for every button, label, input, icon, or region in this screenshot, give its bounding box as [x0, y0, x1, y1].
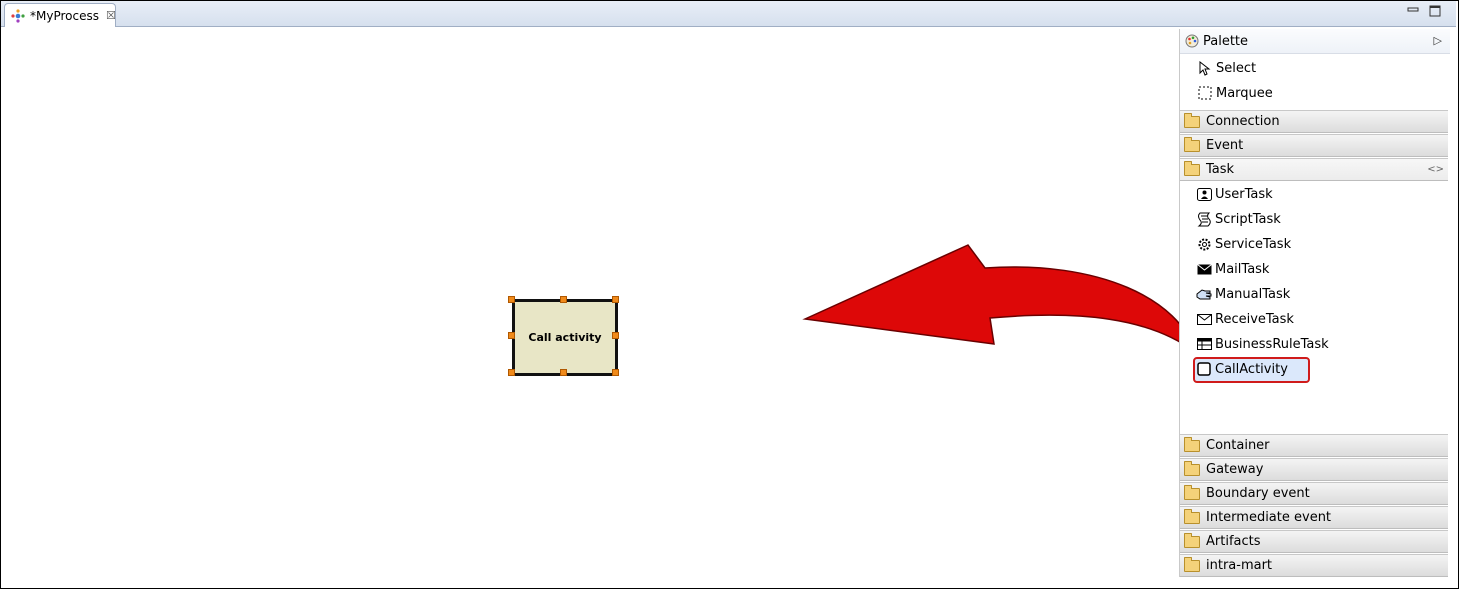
- user-task-icon: [1196, 186, 1212, 202]
- select-tool[interactable]: Select: [1197, 57, 1256, 79]
- drawer-task[interactable]: Task <>: [1180, 158, 1448, 181]
- palette-item-businessruletask[interactable]: BusinessRuleTask: [1196, 333, 1329, 355]
- tool-label: Marquee: [1216, 85, 1273, 101]
- drawer-label: Artifacts: [1206, 534, 1261, 549]
- folder-icon: [1184, 508, 1200, 524]
- folder-open-icon: [1184, 160, 1200, 176]
- palette-item-mailtask[interactable]: MailTask: [1196, 258, 1269, 280]
- folder-icon: [1184, 484, 1200, 500]
- task-label: ManualTask: [1215, 286, 1291, 302]
- drawer-container[interactable]: Container: [1180, 434, 1448, 457]
- folder-icon: [1184, 136, 1200, 152]
- drawer-artifacts[interactable]: Artifacts: [1180, 530, 1448, 553]
- task-label: CallActivity: [1215, 361, 1288, 377]
- task-label: ReceiveTask: [1215, 311, 1294, 327]
- task-label: ServiceTask: [1215, 236, 1292, 252]
- manual-task-icon: [1196, 286, 1212, 302]
- drawer-event[interactable]: Event: [1180, 134, 1448, 157]
- drawer-label: Event: [1206, 138, 1244, 153]
- folder-icon: [1184, 532, 1200, 548]
- palette-item-usertask[interactable]: UserTask: [1196, 183, 1273, 205]
- collapse-palette-icon[interactable]: ▷: [1434, 34, 1442, 47]
- palette-header[interactable]: Palette ▷: [1180, 29, 1450, 54]
- folder-icon: [1184, 436, 1200, 452]
- palette-icon: [1185, 34, 1199, 48]
- mail-task-icon: [1196, 261, 1212, 277]
- script-task-icon: [1196, 211, 1212, 227]
- service-task-icon: [1196, 236, 1212, 252]
- drawer-intra-mart[interactable]: intra-mart: [1180, 554, 1448, 577]
- business-rule-task-icon: [1196, 336, 1212, 352]
- task-label: ScriptTask: [1215, 211, 1281, 227]
- drawer-gateway[interactable]: Gateway: [1180, 458, 1448, 481]
- tool-label: Select: [1216, 60, 1257, 76]
- folder-icon: [1184, 460, 1200, 476]
- drawer-label: intra-mart: [1206, 558, 1273, 573]
- palette-item-callactivity[interactable]: CallActivity: [1196, 358, 1288, 380]
- drawer-label: Container: [1206, 438, 1270, 453]
- palette-title: Palette: [1203, 33, 1249, 49]
- drawer-label: Connection: [1206, 114, 1280, 129]
- task-label: UserTask: [1215, 186, 1273, 202]
- folder-icon: [1184, 556, 1200, 572]
- task-label: BusinessRuleTask: [1215, 336, 1329, 352]
- cursor-icon: [1197, 60, 1212, 76]
- drawer-intermediate-event[interactable]: Intermediate event: [1180, 506, 1448, 529]
- drawer-label: Task: [1206, 162, 1235, 177]
- call-activity-icon: [1196, 361, 1212, 377]
- palette-panel: Palette ▷ Select Marquee Connection Even…: [1179, 29, 1450, 577]
- palette-item-manualtask[interactable]: ManualTask: [1196, 283, 1290, 305]
- drawer-label: Gateway: [1206, 462, 1264, 477]
- folder-icon: [1184, 112, 1200, 128]
- palette-item-receivetask[interactable]: ReceiveTask: [1196, 308, 1294, 330]
- drawer-label: Intermediate event: [1206, 510, 1332, 525]
- pin-icon[interactable]: <>: [1427, 164, 1444, 175]
- task-label: MailTask: [1215, 261, 1270, 277]
- drawer-boundary-event[interactable]: Boundary event: [1180, 482, 1448, 505]
- palette-item-scripttask[interactable]: ScriptTask: [1196, 208, 1281, 230]
- marquee-icon: [1197, 86, 1212, 101]
- palette-item-servicetask[interactable]: ServiceTask: [1196, 233, 1291, 255]
- marquee-tool[interactable]: Marquee: [1197, 82, 1273, 104]
- drawer-connection[interactable]: Connection: [1180, 110, 1448, 133]
- drawer-label: Boundary event: [1206, 486, 1310, 501]
- receive-task-icon: [1196, 311, 1212, 327]
